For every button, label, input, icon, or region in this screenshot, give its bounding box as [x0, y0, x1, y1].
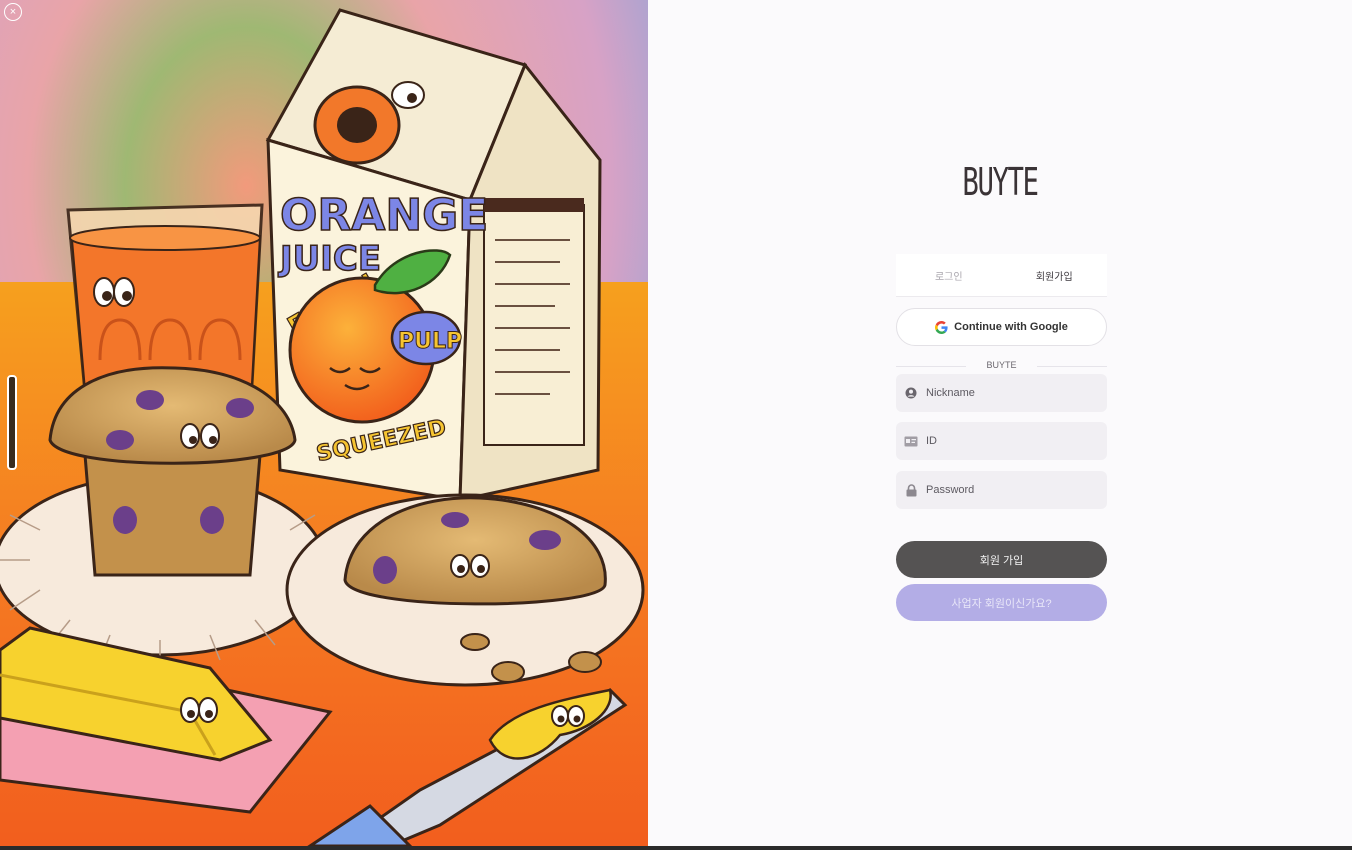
password-field[interactable]: [896, 471, 1107, 509]
hero-illustration: ORANGE JUICE FRESH PULP SQUEEZED: [0, 0, 648, 846]
tab-signup[interactable]: 회원가입: [1002, 254, 1108, 296]
google-icon: [935, 320, 948, 334]
divider-line-right: [1037, 366, 1107, 367]
nickname-field[interactable]: [896, 374, 1107, 412]
nickname-input[interactable]: [924, 386, 1098, 400]
svg-text:PULP: PULP: [398, 329, 462, 354]
signup-button[interactable]: 회원 가입: [896, 541, 1107, 578]
auth-panel: BUYTE 로그인 회원가입 Continue with Google BUYT…: [648, 0, 1352, 846]
lock-icon: [904, 483, 918, 497]
divider-label: BUYTE: [986, 360, 1017, 370]
bottom-bar: [0, 846, 1352, 850]
resize-handle[interactable]: [7, 375, 17, 470]
close-icon[interactable]: ×: [4, 3, 22, 21]
business-member-button[interactable]: 사업자 회원이신가요?: [896, 584, 1107, 621]
id-input[interactable]: [924, 434, 1098, 448]
brand-logo: BUYTE: [962, 160, 1039, 204]
divider: BUYTE: [896, 359, 1107, 373]
google-signin-button[interactable]: Continue with Google: [896, 308, 1107, 346]
breakfast-illustration: ORANGE JUICE FRESH PULP SQUEEZED: [0, 0, 648, 846]
user-icon: [904, 386, 918, 400]
tab-login[interactable]: 로그인: [896, 254, 1002, 296]
auth-tabs: 로그인 회원가입: [896, 254, 1107, 297]
password-input[interactable]: [924, 483, 1098, 497]
id-field[interactable]: [896, 422, 1107, 460]
id-card-icon: [904, 434, 918, 448]
app-window: ORANGE JUICE FRESH PULP SQUEEZED: [0, 0, 1352, 846]
muffin-right: [285, 493, 645, 687]
google-signin-label: Continue with Google: [954, 321, 1068, 333]
svg-text:ORANGE: ORANGE: [280, 190, 488, 241]
